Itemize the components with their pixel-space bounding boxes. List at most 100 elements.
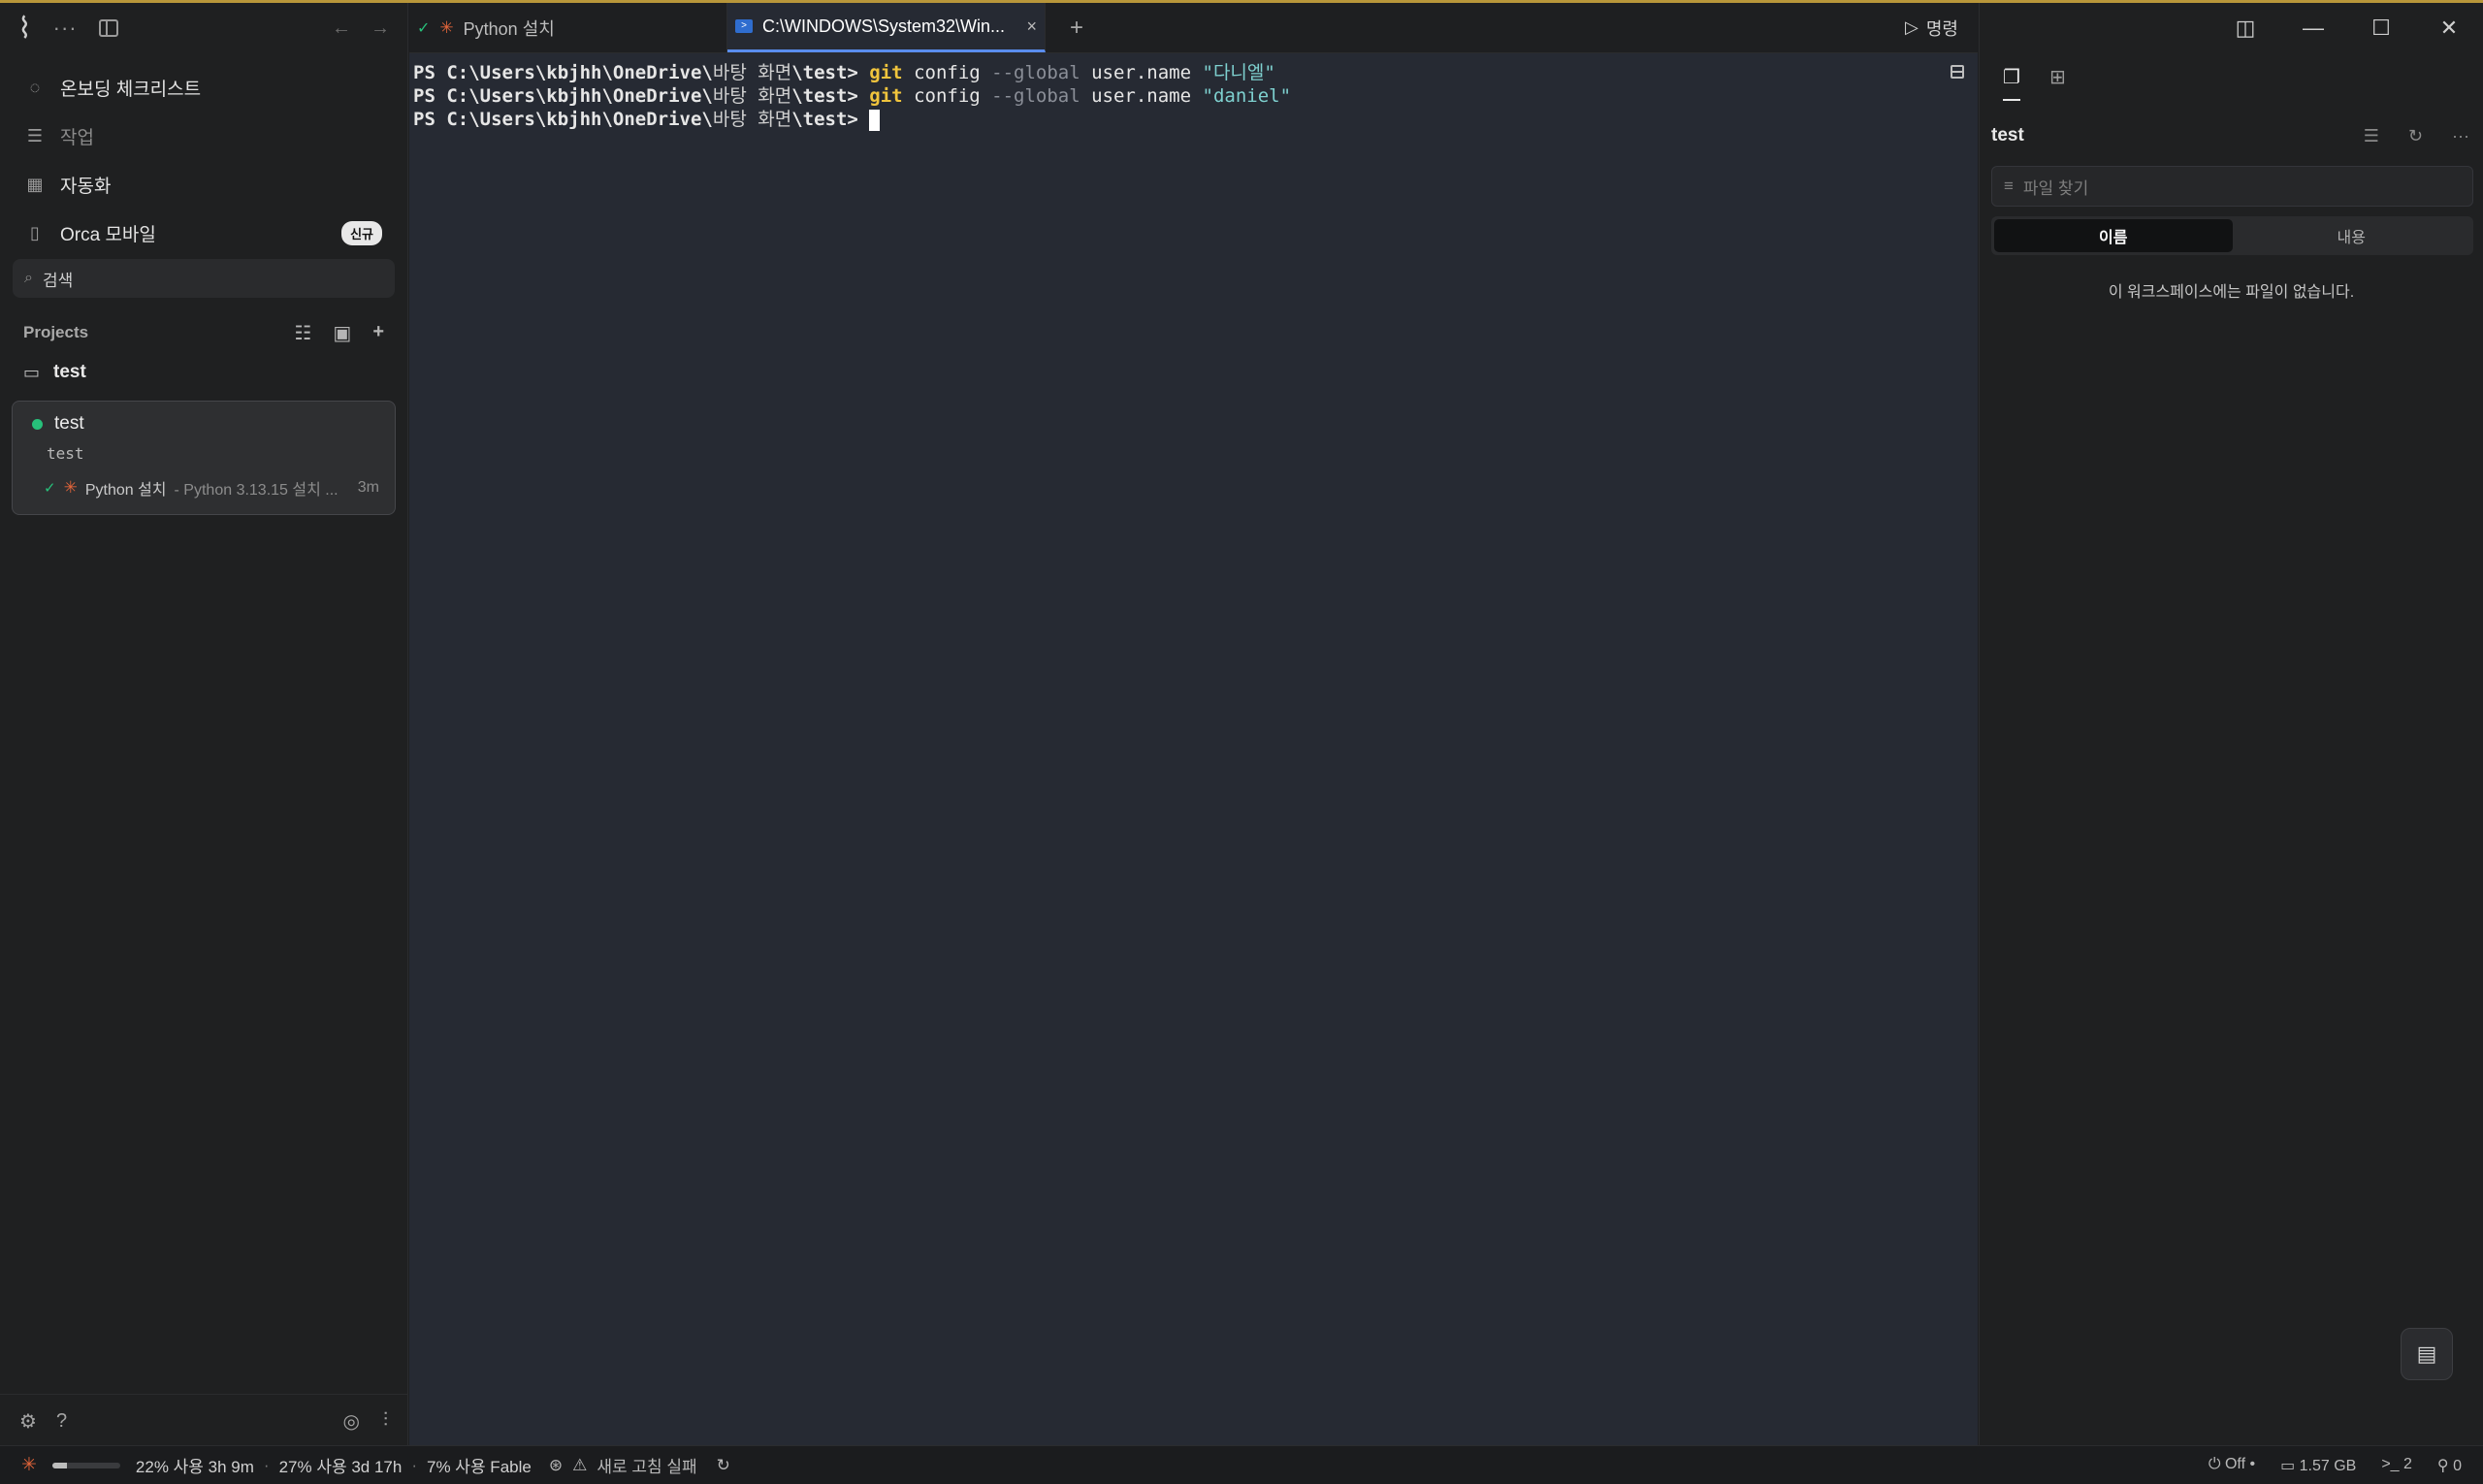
usage-secondary[interactable]: 27% 사용 3d 17h: [279, 1453, 403, 1477]
terminal-cursor: [869, 109, 881, 131]
ports-status[interactable]: ⚲ 0: [2437, 1456, 2462, 1475]
phone-icon: ▯: [30, 222, 40, 242]
command-name: git: [869, 62, 903, 83]
list-icon: ☰: [26, 125, 44, 145]
files-icon[interactable]: ❐: [2003, 65, 2020, 101]
globe-icon[interactable]: ◎: [343, 1409, 360, 1434]
close-tab-icon[interactable]: ×: [1026, 16, 1037, 37]
layout-panel-button[interactable]: ▤: [2401, 1328, 2453, 1380]
right-panel-actions: ☰ ↻ ···: [2364, 126, 2469, 146]
terminals-status[interactable]: >_ 2: [2381, 1456, 2412, 1475]
command-string: "다니엘": [1202, 62, 1275, 83]
sync-icon[interactable]: ↻: [717, 1456, 730, 1475]
search-mode-toggle: 이름 내용: [1991, 216, 2473, 255]
sidebar: ⌇ ··· ← → ◌ 온보딩 체크리스트 ☰ 작업 ▦ 자동화 ▯ Orca …: [0, 3, 408, 1448]
separator: ·: [263, 1455, 270, 1474]
sidebar-item-tasks[interactable]: ☰ 작업: [0, 112, 407, 160]
minimize-icon[interactable]: —: [2279, 16, 2347, 41]
claude-star-icon: ✳: [21, 1455, 37, 1475]
add-project-icon[interactable]: +: [372, 321, 384, 345]
terminal-line: PS C:\Users\kbjhh\OneDrive\바탕 화면\test> g…: [413, 61, 1974, 84]
command-flag: --global: [991, 62, 1080, 83]
prompt-suffix: \test>: [791, 85, 870, 107]
sidebar-toolbar: ⌇ ··· ← →: [0, 3, 407, 53]
run-command-button[interactable]: ▷ 명령: [1886, 3, 1978, 52]
split-pane-icon[interactable]: [1951, 65, 1964, 79]
check-circle-icon: ✓: [44, 480, 56, 497]
memory-status[interactable]: ▭ 1.57 GB: [2280, 1456, 2356, 1475]
toggle-sidebar-icon[interactable]: [98, 19, 118, 37]
warning-icon: ⚠: [572, 1455, 588, 1474]
tab-label: C:\WINDOWS\System32\Win...: [762, 16, 1006, 36]
prompt-suffix: \test>: [791, 62, 870, 83]
search-label: 검색: [42, 271, 74, 290]
refresh-icon[interactable]: ↻: [2408, 126, 2423, 146]
sidebar-footer: ⚙ ? ◎ ⫶: [0, 1394, 407, 1448]
right-panel-header: test ☰ ↻ ···: [1991, 121, 2469, 150]
new-tab-button[interactable]: +: [1046, 3, 1108, 52]
seg-content[interactable]: 내용: [2233, 219, 2471, 252]
power-status[interactable]: ⏻ Off •: [2209, 1456, 2255, 1475]
sidebar-item-onboarding[interactable]: ◌ 온보딩 체크리스트: [0, 63, 407, 112]
more-menu-icon[interactable]: ···: [53, 16, 78, 41]
prompt-korean: 바탕 화면: [712, 85, 792, 107]
history-nav: ← →: [332, 17, 390, 40]
run-label: 명령: [1925, 18, 1958, 39]
maximize-icon[interactable]: ☐: [2347, 16, 2415, 41]
add-folder-icon[interactable]: ▣: [333, 321, 351, 345]
terminal[interactable]: PS C:\Users\kbjhh\OneDrive\바탕 화면\test> g…: [409, 53, 1978, 1447]
seg-name[interactable]: 이름: [1994, 219, 2233, 252]
command-name: git: [869, 85, 903, 107]
project-folder[interactable]: ▭ test: [0, 350, 407, 395]
folder-icon: ▭: [23, 362, 41, 382]
help-icon[interactable]: ?: [56, 1410, 67, 1433]
sidebar-search[interactable]: ⌕ 검색: [13, 259, 395, 298]
toggle-right-panel-icon[interactable]: ◫: [2211, 16, 2279, 41]
prompt-korean: 바탕 화면: [712, 62, 792, 83]
prompt-prefix: PS C:\Users\kbjhh\OneDrive\: [413, 62, 713, 83]
projects-header: Projects ☷ ▣ +: [0, 315, 407, 350]
filter-sliders-icon[interactable]: ☷: [294, 321, 311, 345]
usage-tertiary[interactable]: 7% 사용 Fable: [427, 1453, 532, 1477]
command-arg: config: [902, 85, 992, 107]
usage-primary[interactable]: 22% 사용 3h 9m: [136, 1453, 254, 1477]
ports-count: 0: [2453, 1457, 2462, 1474]
list-order-icon[interactable]: ☰: [2364, 126, 2379, 146]
prompt-korean: 바탕 화면: [712, 109, 792, 130]
status-bar: ✳ 22% 사용 3h 9m · 27% 사용 3d 17h · 7% 사용 F…: [0, 1445, 2483, 1484]
spinner-icon: ◌: [29, 77, 41, 97]
terminals-count: 2: [2403, 1455, 2412, 1472]
task-subtitle: - Python 3.13.15 설치 ...: [174, 482, 339, 499]
status-dot-icon: [32, 418, 43, 430]
separator: ·: [411, 1455, 418, 1474]
projects-label: Projects: [23, 323, 89, 341]
command-arg: user.name: [1080, 62, 1203, 83]
prompt-prefix: PS C:\Users\kbjhh\OneDrive\: [413, 85, 713, 107]
refresh-failed-text: 새로 고침 실패: [597, 1458, 697, 1476]
grid-icon[interactable]: ⊞: [2049, 65, 2066, 101]
file-search-input[interactable]: ≡ 파일 찾기: [1991, 166, 2473, 207]
more-icon[interactable]: ···: [2452, 126, 2469, 146]
settings-gear-icon[interactable]: ⚙: [19, 1409, 37, 1434]
tab-bar: ✓ ✳ Python 설치 > C:\WINDOWS\System32\Win.…: [409, 3, 1978, 53]
off-label: Off: [2224, 1455, 2246, 1472]
back-arrow-icon[interactable]: ←: [332, 17, 351, 40]
main-area: ✓ ✳ Python 설치 > C:\WINDOWS\System32\Win.…: [409, 3, 1978, 1448]
usage-progress-bar: [51, 1462, 120, 1468]
close-window-icon[interactable]: ✕: [2415, 16, 2483, 41]
orca-logo-icon: ⌇: [17, 12, 32, 45]
task-time: 3m: [357, 479, 379, 496]
workspace-card[interactable]: test test ✓ ✳ Python 설치 - Python 3.13.15…: [12, 401, 396, 515]
tab-python-install[interactable]: ✓ ✳ Python 설치: [409, 3, 727, 52]
columns-icon[interactable]: ⫶: [383, 1409, 388, 1434]
right-panel-tabs: ❐ ⊞: [2003, 65, 2066, 101]
command-arg: config: [902, 62, 992, 83]
workspace-name: test: [1991, 125, 2024, 145]
sidebar-item-automation[interactable]: ▦ 자동화: [0, 160, 407, 209]
tab-powershell[interactable]: > C:\WINDOWS\System32\Win... ×: [727, 3, 1046, 52]
powershell-icon: >: [735, 19, 753, 33]
sidebar-item-mobile[interactable]: ▯ Orca 모바일 신규: [0, 209, 407, 257]
right-panel: ◫ — ☐ ✕ ❐ ⊞ test ☰ ↻ ··· ≡ 파일 찾기 이름 내용 이…: [1979, 3, 2483, 1448]
workspace-task[interactable]: ✓ ✳ Python 설치 - Python 3.13.15 설치 ... 3m: [44, 476, 379, 500]
forward-arrow-icon[interactable]: →: [371, 17, 390, 40]
